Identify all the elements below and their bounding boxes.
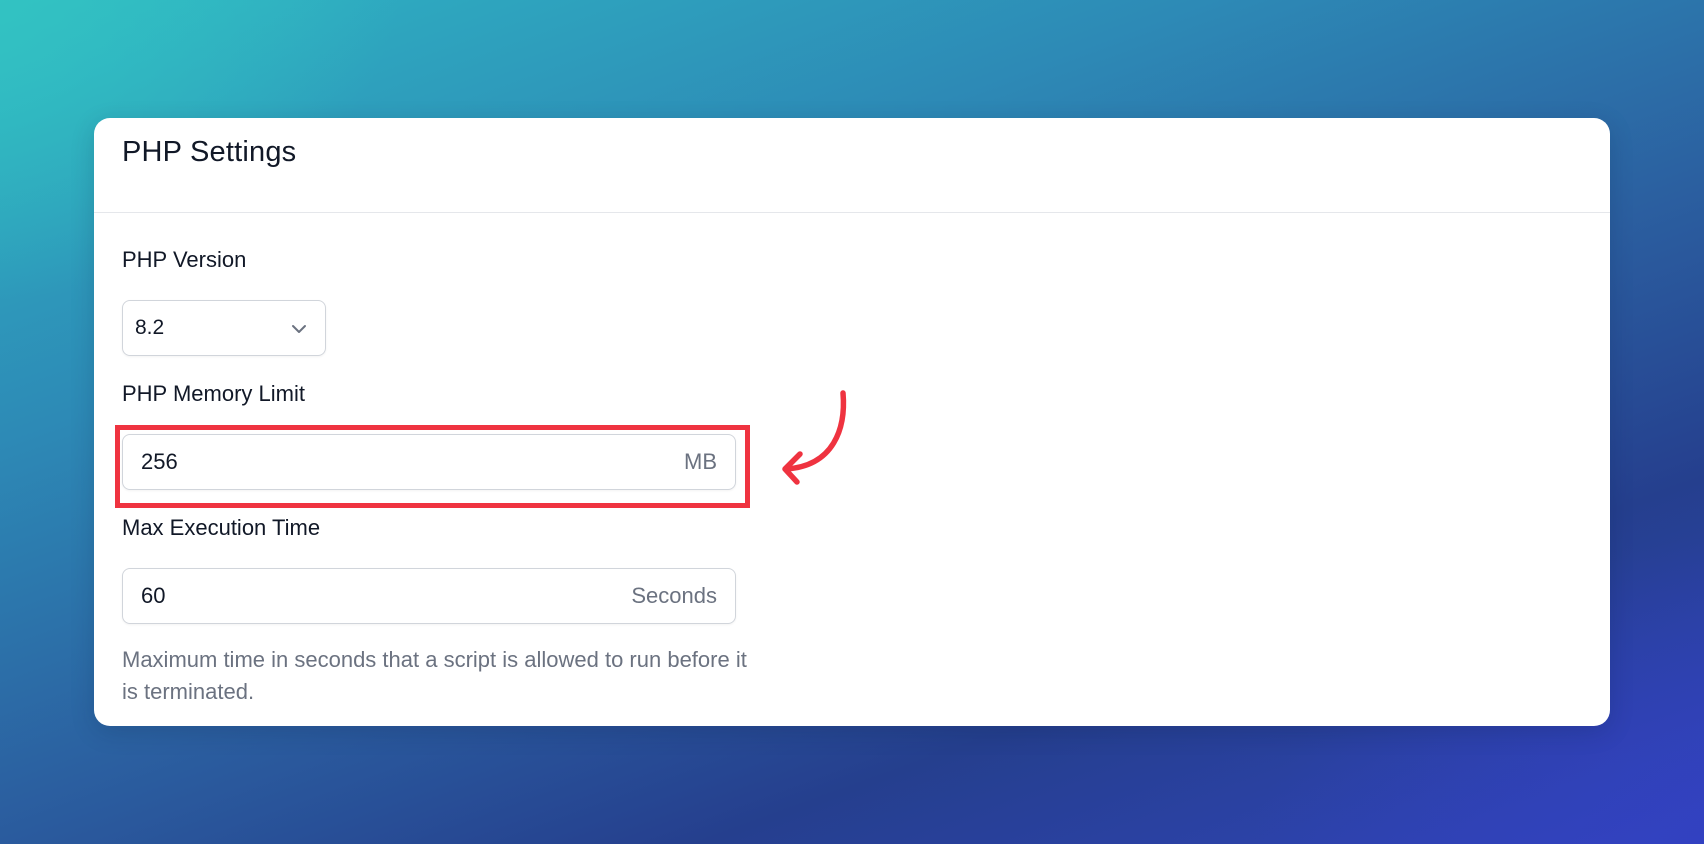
- max-execution-time-value: 60: [141, 583, 166, 608]
- max-execution-time-label: Max Execution Time: [122, 515, 321, 540]
- max-execution-time-help: Maximum time in seconds that a script is…: [122, 647, 747, 704]
- max-execution-time-input[interactable]: 60 Seconds: [122, 568, 736, 624]
- max-execution-time-suffix: Seconds: [631, 583, 717, 608]
- annotation-arrow-icon: [782, 390, 847, 485]
- chevron-down-icon: [292, 325, 306, 333]
- php-version-label: PHP Version: [122, 247, 247, 272]
- php-memory-limit-label: PHP Memory Limit: [122, 381, 305, 406]
- card-title: PHP Settings: [122, 136, 297, 168]
- php-version-value: 8.2: [135, 316, 165, 339]
- highlight-box: [115, 425, 750, 508]
- card-header: PHP Settings: [94, 118, 1610, 213]
- php-version-select[interactable]: 8.2: [122, 300, 326, 356]
